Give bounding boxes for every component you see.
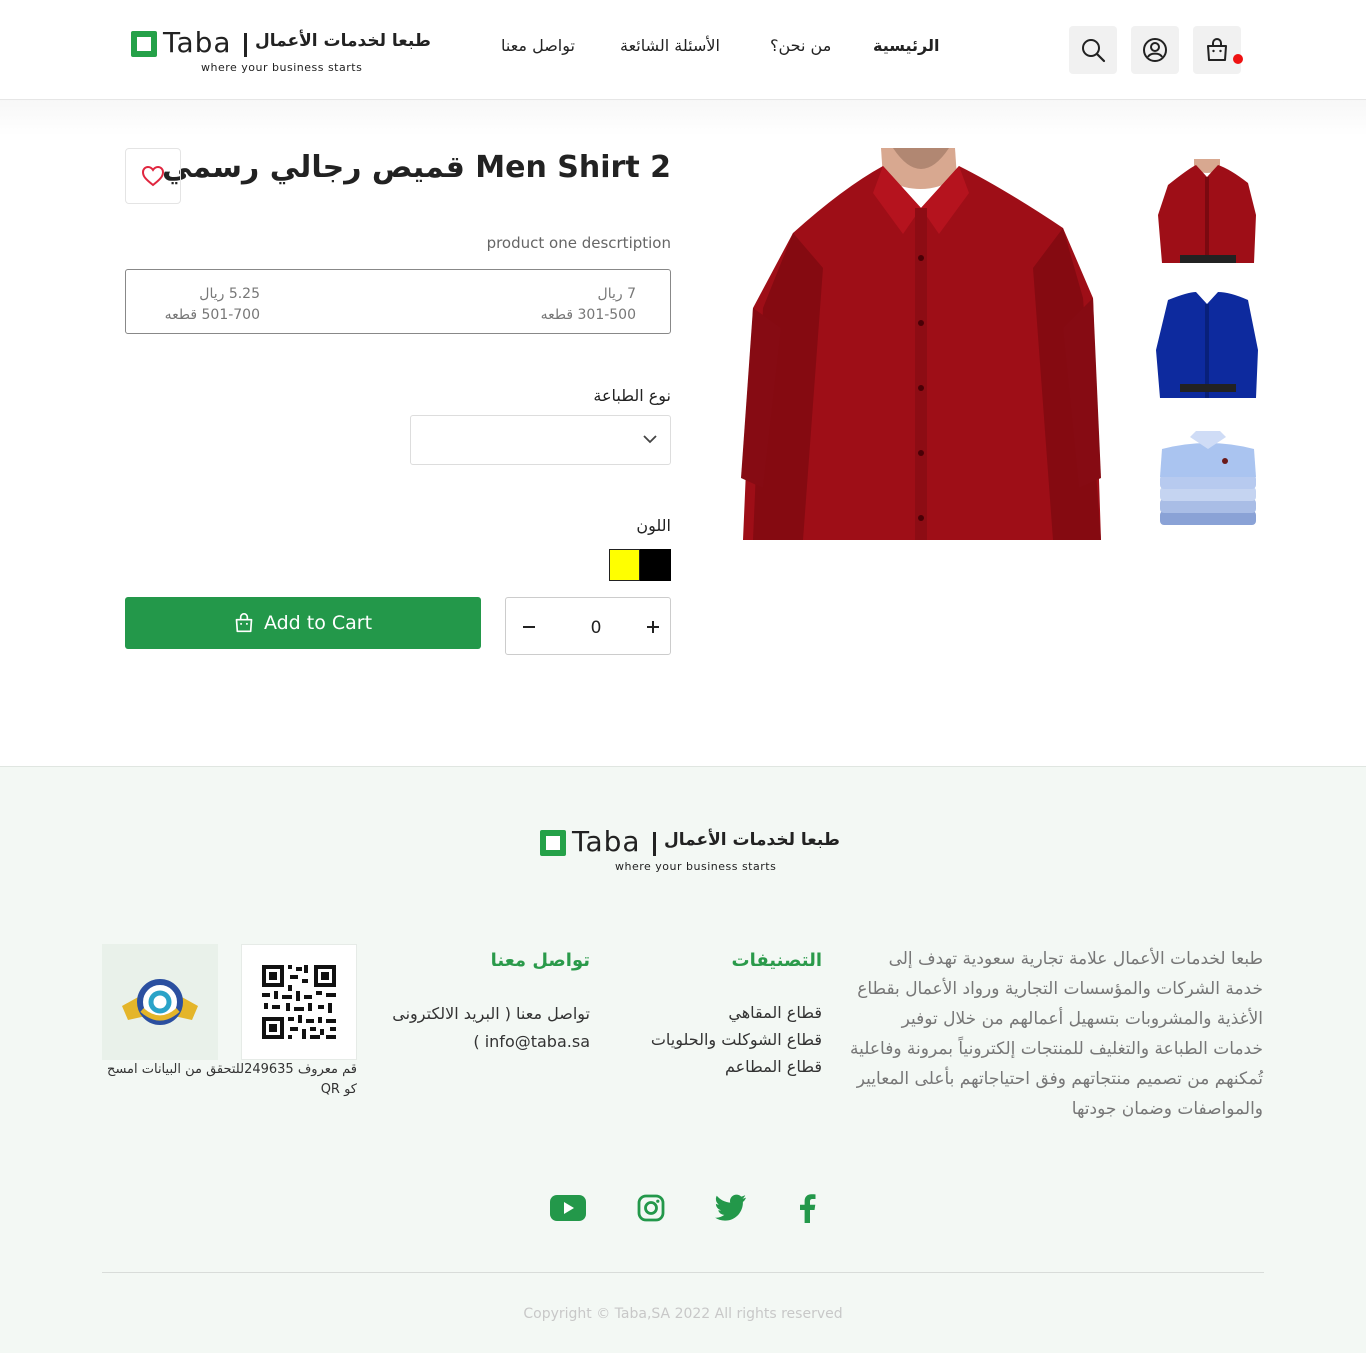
add-to-cart-label: Add to Cart xyxy=(263,612,373,634)
footer-contact-text[interactable]: تواصل معنا ( البريد الالكترونى info@taba… xyxy=(385,1000,590,1056)
social-twitter-link[interactable] xyxy=(711,1190,751,1226)
print-type-select[interactable] xyxy=(410,415,671,465)
cart-badge xyxy=(1233,54,1243,64)
color-swatch-black[interactable] xyxy=(640,549,671,581)
brand-logo-mark xyxy=(131,31,157,57)
wishlist-button[interactable] xyxy=(125,148,181,204)
youtube-icon xyxy=(550,1195,586,1221)
red-shirt-thumbnail xyxy=(1150,155,1265,270)
certificate-badge xyxy=(102,944,218,1060)
price-tier: 7 ريال 301-500 قطعه xyxy=(541,284,636,326)
tier-price: 5.25 ريال xyxy=(199,286,260,302)
product-main-image[interactable] xyxy=(733,148,1113,540)
footer-verify-text: قم معروف 249635للتحقق من البيانات امسح ك… xyxy=(107,1062,357,1097)
folded-shirts-thumbnail xyxy=(1150,423,1265,538)
minus-icon xyxy=(523,626,535,628)
add-to-cart-button[interactable]: Add to Cart xyxy=(125,597,481,649)
price-tier: 5.25 ريال 501-700 قطعه xyxy=(165,284,260,326)
brand-name: Taba xyxy=(163,26,232,59)
account-button[interactable] xyxy=(1131,26,1179,74)
brand-name: Taba xyxy=(572,825,641,858)
brand-arabic-name: طبعا لخدمات الأعمال xyxy=(664,830,840,850)
product-thumbnail-blue[interactable] xyxy=(1150,290,1265,405)
facebook-icon xyxy=(800,1194,816,1223)
chevron-down-icon xyxy=(643,435,657,444)
instagram-icon xyxy=(637,1194,665,1222)
footer-divider xyxy=(102,1272,1264,1273)
search-button[interactable] xyxy=(1069,26,1117,74)
tier-range: 501-700 قطعه xyxy=(164,307,260,323)
blue-shirt-thumbnail xyxy=(1150,290,1265,405)
tier-price: 7 ريال xyxy=(597,286,636,302)
cart-icon xyxy=(1207,38,1227,61)
product-title: Men Shirt 2 قميص رجالي رسمي xyxy=(162,150,671,185)
footer-category-link[interactable]: قطاع المقاهي xyxy=(728,1003,822,1022)
red-shirt-image xyxy=(733,148,1113,540)
nav-contact[interactable]: تواصل معنا xyxy=(501,36,575,55)
logo-separator xyxy=(244,33,247,57)
nav-about[interactable]: من نحن؟ xyxy=(770,36,831,55)
maroof-badge-icon xyxy=(122,979,198,1025)
qr-code-icon xyxy=(248,951,350,1053)
quantity-increase-button[interactable] xyxy=(638,612,668,642)
footer-category-link[interactable]: قطاع الشوكلت والحلويات xyxy=(651,1030,822,1049)
site-header: Taba طبعا لخدمات الأعمال where your busi… xyxy=(0,0,1366,100)
footer-contact-title: تواصل معنا xyxy=(490,950,590,971)
social-facebook-link[interactable] xyxy=(787,1190,827,1226)
color-label: اللون xyxy=(636,516,671,535)
social-instagram-link[interactable] xyxy=(631,1190,671,1226)
plus-icon xyxy=(647,621,659,633)
user-icon xyxy=(1143,38,1167,62)
quantity-value[interactable]: 0 xyxy=(576,618,616,638)
logo-separator xyxy=(653,832,656,856)
header-shadow-band xyxy=(0,100,1366,136)
heart-icon xyxy=(141,165,165,187)
nav-home[interactable]: الرئيسية xyxy=(873,36,940,55)
quantity-stepper: 0 xyxy=(505,597,671,655)
print-type-label: نوع الطباعة xyxy=(593,386,671,405)
quantity-decrease-button[interactable] xyxy=(514,612,544,642)
search-icon xyxy=(1082,39,1106,63)
cart-button[interactable] xyxy=(1193,26,1241,74)
social-youtube-link[interactable] xyxy=(548,1190,588,1226)
brand-tagline: where your business starts xyxy=(615,860,777,873)
price-tiers: 7 ريال 301-500 قطعه 5.25 ريال 501-700 قط… xyxy=(125,269,671,334)
footer-category-link[interactable]: قطاع المطاعم xyxy=(725,1057,822,1076)
product-thumbnail-red[interactable] xyxy=(1150,155,1265,270)
copyright-text: Copyright © Taba,SA 2022 All rights rese… xyxy=(523,1306,843,1322)
twitter-icon xyxy=(715,1194,746,1221)
tier-range: 301-500 قطعه xyxy=(540,307,636,323)
nav-faq[interactable]: الأسئلة الشائعة xyxy=(620,36,720,55)
brand-tagline: where your business starts xyxy=(201,61,363,74)
product-description: product one descrtiption xyxy=(486,234,671,252)
product-thumbnail-folded[interactable] xyxy=(1150,423,1265,538)
brand-arabic-name: طبعا لخدمات الأعمال xyxy=(255,31,431,51)
color-swatch-yellow[interactable] xyxy=(609,549,640,581)
footer-categories-title: التصنيفات xyxy=(731,950,822,971)
footer-about-text: طبعا لخدمات الأعمال علامة تجارية سعودية … xyxy=(850,949,1263,1119)
qr-code xyxy=(241,944,357,1060)
cart-icon xyxy=(235,613,253,633)
brand-logo-mark xyxy=(540,830,566,856)
